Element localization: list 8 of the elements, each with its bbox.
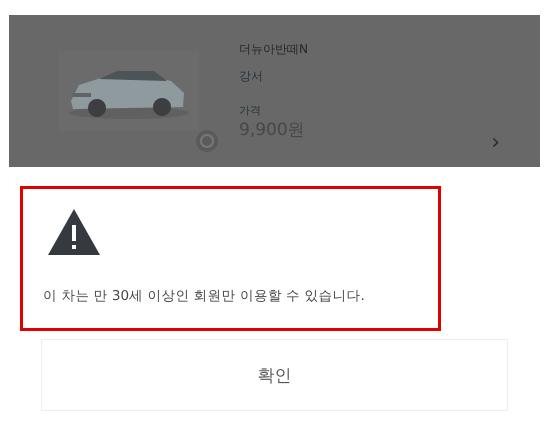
chevron-icon: ›: [491, 130, 500, 155]
alert-message: 이 차는 만 30세 이상인 회원만 이용할 수 있습니다.: [43, 287, 366, 305]
warning-icon: [48, 209, 100, 255]
wheel-icon: [195, 129, 219, 153]
price-label: 가격: [239, 103, 261, 118]
car-name: 더뉴아반떼N: [239, 41, 308, 58]
area-tag: 강서: [239, 68, 263, 85]
confirm-button[interactable]: 확인: [41, 339, 508, 411]
